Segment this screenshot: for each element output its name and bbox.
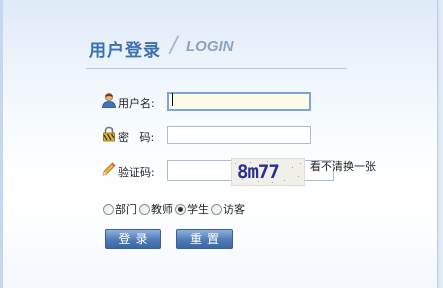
username-input[interactable]	[167, 92, 311, 111]
radio-button-selected[interactable]	[175, 203, 186, 215]
user-icon	[102, 93, 116, 108]
password-input[interactable]	[167, 126, 311, 144]
radio-button[interactable]	[103, 203, 114, 215]
window-frame-left	[0, 0, 3, 288]
lock-icon	[103, 126, 115, 142]
captcha-refresh-link[interactable]: 看不清换一张	[310, 158, 376, 174]
role-label: 访客	[223, 203, 245, 216]
role-option-department[interactable]: 部门	[103, 201, 137, 217]
radio-button[interactable]	[139, 203, 150, 215]
login-button[interactable]: 登录	[105, 229, 161, 249]
role-label: 部门	[115, 203, 137, 216]
role-option-student[interactable]: 学生	[175, 201, 209, 217]
role-label: 学生	[187, 203, 209, 216]
role-option-teacher[interactable]: 教师	[139, 201, 173, 217]
password-label: 密 码:	[118, 131, 155, 144]
pencil-icon	[102, 162, 116, 176]
username-label: 用户名:	[118, 97, 155, 110]
captcha-image[interactable]: 8m77	[231, 158, 305, 186]
captcha-text: 8m77	[237, 161, 279, 183]
role-label: 教师	[151, 203, 173, 216]
captcha-label: 验证码:	[118, 166, 155, 179]
text-caret	[172, 93, 173, 106]
reset-button[interactable]: 重置	[176, 229, 233, 249]
radio-button[interactable]	[211, 203, 222, 215]
page-title: 用户登录	[89, 41, 161, 61]
role-radio-group: 部门 教师 学生 访客	[103, 201, 247, 217]
window-scroll-edge	[437, 0, 443, 288]
title-divider	[86, 68, 347, 69]
page-title-english: LOGIN	[186, 38, 234, 55]
title-separator: /	[170, 33, 178, 58]
role-option-visitor[interactable]: 访客	[211, 201, 245, 217]
